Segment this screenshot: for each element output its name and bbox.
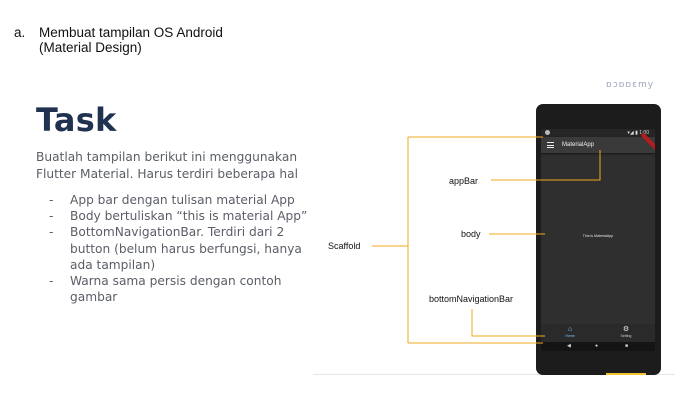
home-button-icon[interactable]: ● bbox=[595, 343, 598, 349]
nav-item-setting[interactable]: ⚙ Setting bbox=[611, 326, 641, 339]
gear-icon: ⚙ bbox=[622, 326, 630, 333]
home-icon: ⌂ bbox=[567, 326, 573, 333]
status-bar: ▾◢ ▮ 1:00 bbox=[541, 129, 655, 137]
nav-item-home[interactable]: ⌂ Home bbox=[555, 326, 585, 339]
list-item: - Warna sama persis dengan contoh gambar bbox=[49, 274, 282, 305]
nav-label-setting: Setting bbox=[620, 334, 632, 338]
slide-watermark: ɒɔɒɒɛmy bbox=[606, 80, 655, 90]
bottom-navigation-bar: ⌂ Home ⚙ Setting bbox=[541, 324, 655, 342]
app-bar: MaterialApp bbox=[541, 132, 655, 153]
list-item: - App bar dengan tulisan material App bbox=[49, 193, 295, 207]
heading-line-2: (Material Design) bbox=[39, 40, 142, 55]
notification-icon bbox=[545, 130, 550, 135]
body-label: body bbox=[461, 229, 481, 239]
section-heading: a. Membuat tampilan OS Android (Material … bbox=[14, 25, 223, 55]
list-item: - Body bertuliskan “this is material App” bbox=[49, 209, 308, 224]
nav-label-home: Home bbox=[565, 334, 575, 338]
list-marker: a. bbox=[14, 25, 26, 40]
list-item: - BottomNavigationBar. Terdiri dari 2 but… bbox=[49, 225, 302, 272]
slide-title: Task bbox=[36, 101, 117, 139]
slide-description: Buatlah tampilan berikut ini menggunakan… bbox=[36, 150, 298, 181]
accent-mark bbox=[606, 373, 646, 375]
scaffold-label: Scaffold bbox=[328, 241, 361, 251]
system-navigation: ◀ ● ■ bbox=[541, 342, 655, 351]
appbar-label: appBar bbox=[449, 176, 479, 186]
recents-icon[interactable]: ■ bbox=[625, 343, 628, 349]
bottom-nav-label: bottomNavigationBar bbox=[429, 294, 514, 304]
heading-line-1: Membuat tampilan OS Android bbox=[39, 25, 223, 40]
bottom-nav-connector bbox=[471, 309, 545, 337]
requirement-list: - App bar dengan tulisan material App - Bo… bbox=[49, 192, 309, 305]
back-icon[interactable]: ◀ bbox=[567, 343, 571, 349]
menu-icon[interactable] bbox=[547, 142, 554, 148]
body-text: This is MaterialApp bbox=[582, 234, 614, 238]
phone-screen: ▾◢ ▮ 1:00 MaterialApp This is MaterialAp… bbox=[541, 129, 655, 351]
app-bar-title: MaterialApp bbox=[562, 142, 595, 148]
